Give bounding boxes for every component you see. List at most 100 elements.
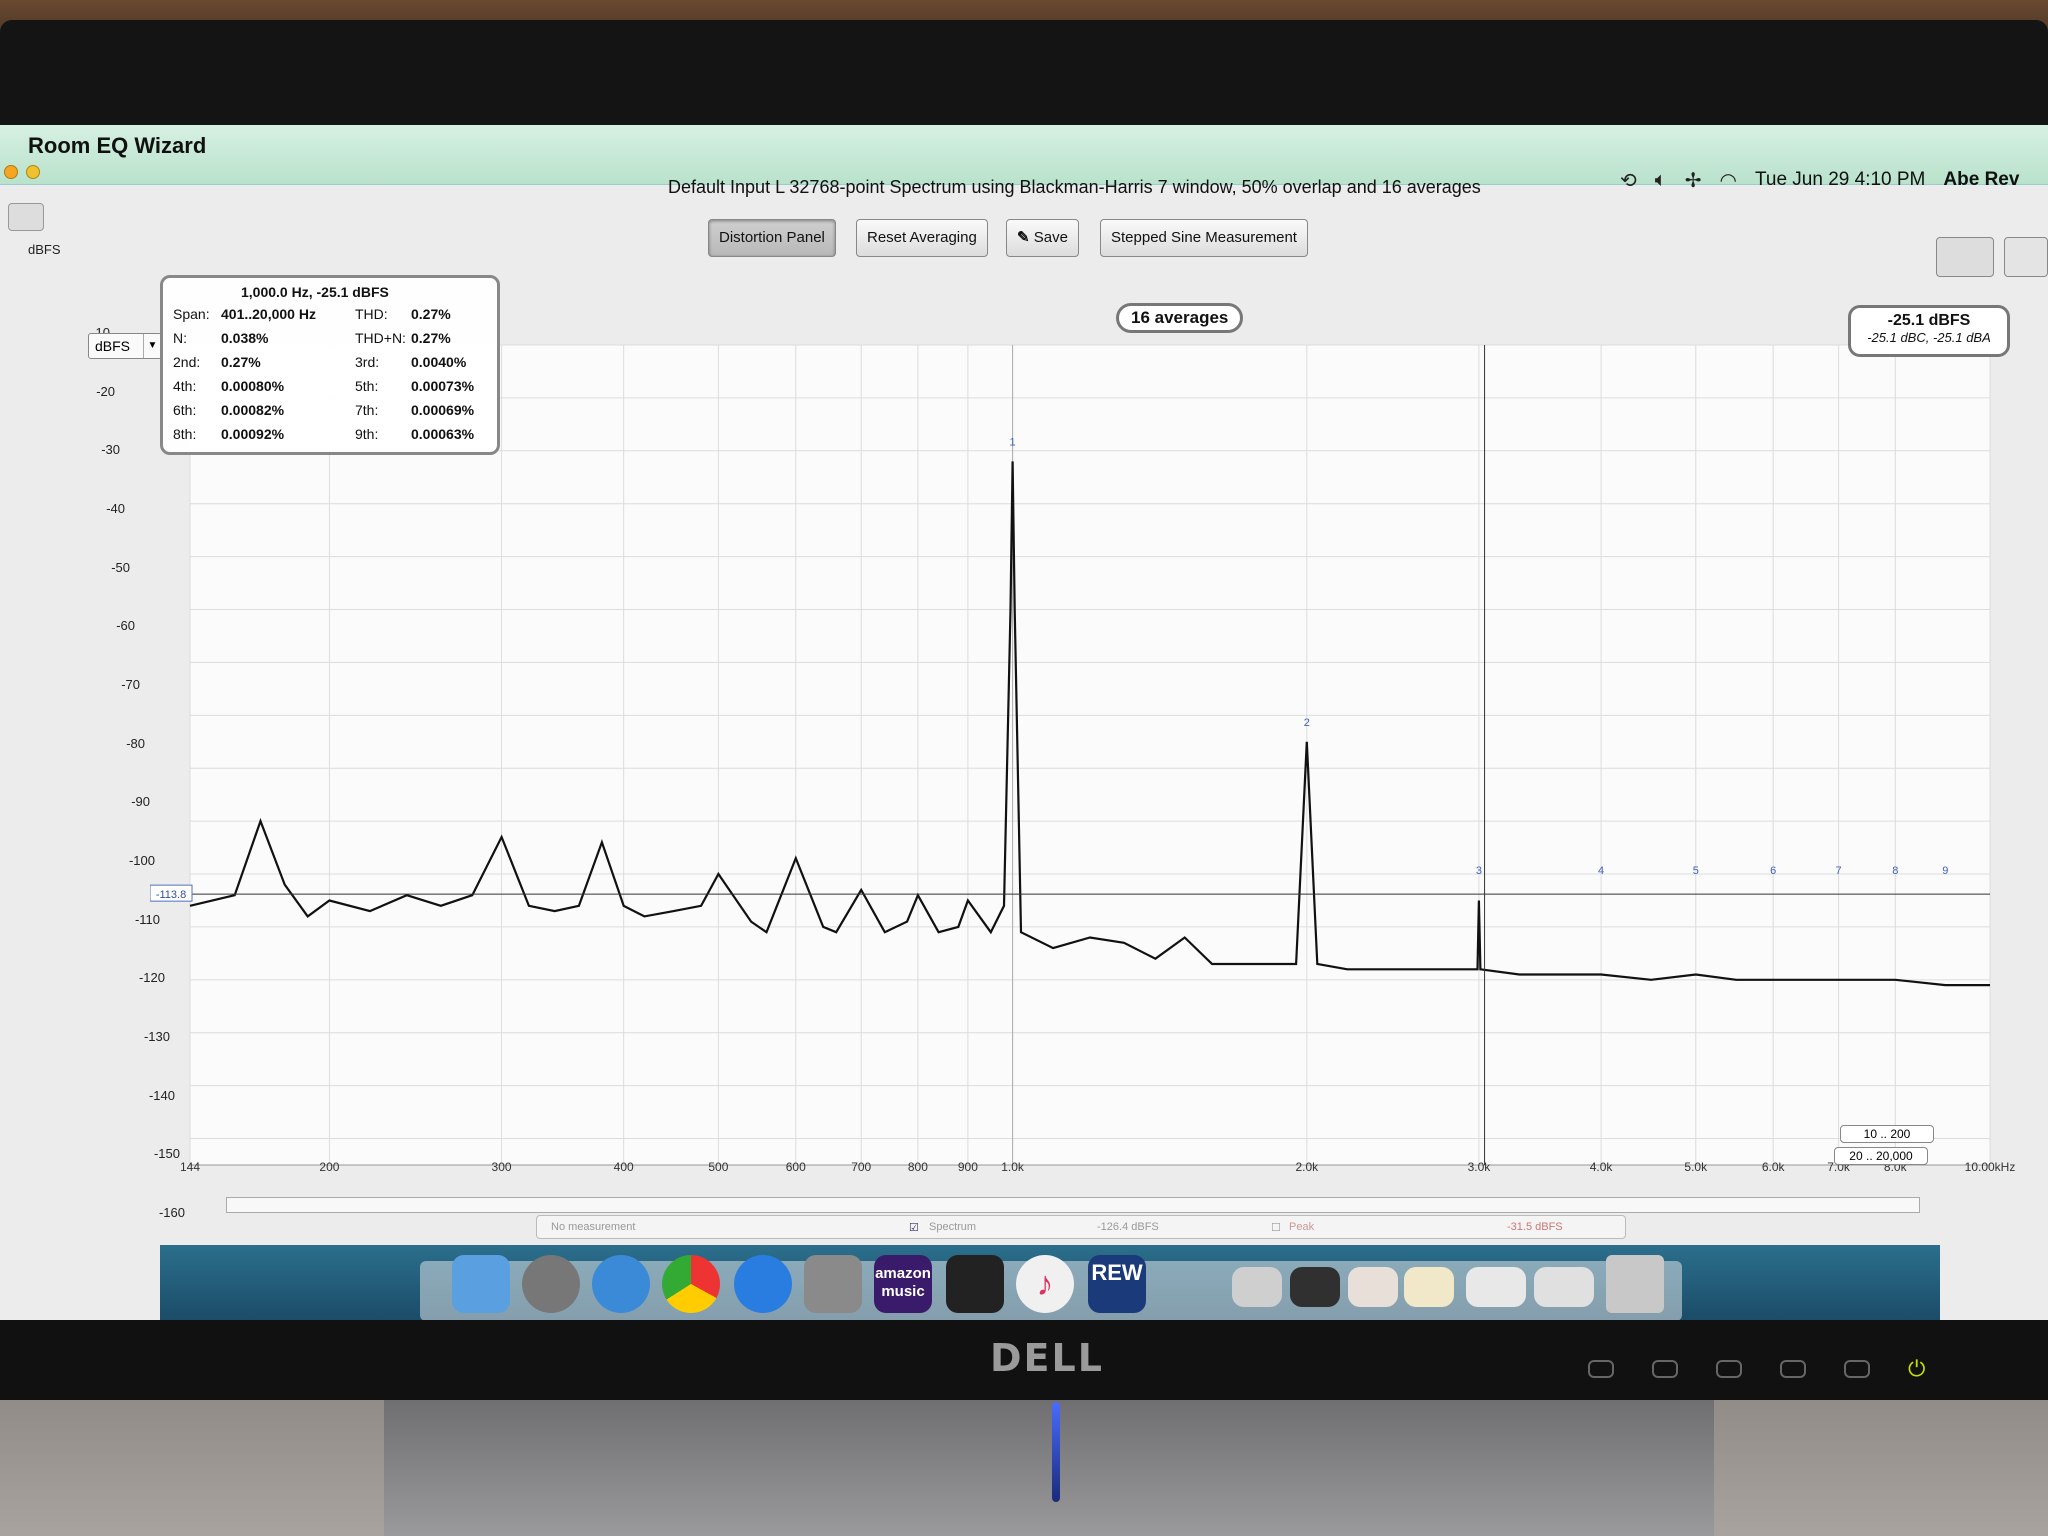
- monitor-menu-button[interactable]: [1652, 1360, 1678, 1378]
- monitor-plus-button[interactable]: [1844, 1360, 1870, 1378]
- x-tick-label: 5.0k: [1684, 1160, 1708, 1174]
- rew-icon[interactable]: REW: [1088, 1255, 1146, 1313]
- minimized-window-icon[interactable]: [1232, 1267, 1282, 1307]
- dist-row-2-label: 9th:: [355, 426, 379, 442]
- display-icon[interactable]: [1936, 237, 1994, 277]
- y-tick-label: -80: [126, 735, 145, 751]
- dist-row-2-value: 0.00063%: [411, 426, 475, 442]
- monitor-select-button[interactable]: [1716, 1360, 1742, 1378]
- app-store-icon[interactable]: [734, 1255, 792, 1313]
- x-tick-label: 4.0k: [1590, 1160, 1614, 1174]
- volume-icon[interactable]: 🔈︎: [1655, 169, 1667, 192]
- range-preset-2[interactable]: 20 .. 20,000: [1834, 1147, 1928, 1165]
- layout-icon[interactable]: [2004, 237, 2048, 277]
- camera-icon[interactable]: [8, 203, 44, 231]
- power-icon[interactable]: ⏻: [1908, 1356, 1925, 1382]
- wifi-icon[interactable]: ◠: [1720, 168, 1737, 193]
- dist-row-label: 6th:: [173, 402, 197, 418]
- level-main: -25.1 dBFS: [1887, 312, 1971, 329]
- time-machine-icon[interactable]: ⟲: [1620, 168, 1637, 193]
- x-tick-label: 2.0k: [1295, 1160, 1319, 1174]
- legend-peak-checkbox-icon[interactable]: ☐: [1271, 1221, 1281, 1234]
- distortion-panel-button[interactable]: Distortion Panel: [708, 219, 836, 257]
- horizontal-scrollbar[interactable]: [226, 1197, 1920, 1213]
- harmonic-marker: 4: [1598, 865, 1604, 877]
- dist-row-label: Span:: [173, 306, 210, 322]
- app-name[interactable]: Room EQ Wizard: [28, 133, 206, 159]
- x-tick-label: 400: [614, 1160, 634, 1174]
- harmonic-marker: 9: [1942, 865, 1948, 877]
- x-tick-label: 1.0k: [1001, 1160, 1025, 1174]
- clock[interactable]: Tue Jun 29 4:10 PM: [1755, 169, 1925, 191]
- save-button[interactable]: ✎ Save: [1006, 219, 1079, 257]
- photo-scene: Room EQ Wizard Default Input L 32768-poi…: [0, 0, 2048, 1536]
- monitor-input-button[interactable]: [1588, 1360, 1614, 1378]
- legend-peak-level: -31.5 dBFS: [1507, 1221, 1563, 1233]
- dist-row-label: 4th:: [173, 378, 197, 394]
- y-tick-label: -30: [101, 442, 120, 458]
- harmonic-marker: 2: [1304, 717, 1310, 729]
- harmonic-marker: 8: [1892, 865, 1898, 877]
- chrome-icon[interactable]: [662, 1255, 720, 1313]
- y-tick-label: -100: [128, 853, 155, 868]
- distortion-panel: 1,000.0 Hz, -25.1 dBFS Span: 401..20,000 …: [160, 275, 500, 455]
- y-tick-label: -70: [121, 677, 140, 692]
- minimized-window-icon[interactable]: [1534, 1267, 1594, 1307]
- launchpad-icon[interactable]: [522, 1255, 580, 1313]
- window-close-button[interactable]: [4, 165, 18, 179]
- x-tick-label: 300: [492, 1160, 512, 1174]
- monitor-minus-button[interactable]: [1780, 1360, 1806, 1378]
- x-tick-label: 500: [708, 1160, 728, 1174]
- x-tick-label: 900: [958, 1160, 978, 1174]
- dist-row-label: N:: [173, 330, 187, 346]
- status-led: [1052, 1402, 1060, 1502]
- bluetooth-icon[interactable]: ✢: [1685, 168, 1702, 193]
- window-minimize-button[interactable]: [26, 165, 40, 179]
- y-tick-label: -50: [111, 559, 130, 575]
- dist-row-2-value: 0.0040%: [411, 354, 467, 370]
- dist-row-2-label: 7th:: [355, 402, 379, 418]
- amazon-music-icon[interactable]: amazon music: [874, 1255, 932, 1313]
- dist-row-2-label: THD:: [355, 306, 388, 322]
- legend-no-measurement: No measurement: [551, 1221, 636, 1233]
- legend-checkbox-icon[interactable]: ☑: [909, 1221, 919, 1234]
- y-tick-label: -20: [96, 383, 115, 399]
- harmonic-marker: 1: [1010, 437, 1016, 449]
- unit-select-value: dBFS: [95, 338, 131, 354]
- trash-icon[interactable]: [1606, 1255, 1664, 1313]
- legend-strip: No measurement ☑ Spectrum -126.4 dBFS ☐ …: [536, 1215, 1626, 1239]
- music-icon[interactable]: ♪: [1016, 1255, 1074, 1313]
- minimized-window-icon[interactable]: [1466, 1267, 1526, 1307]
- dist-row-value: 0.038%: [221, 330, 269, 346]
- dist-row-value: 401..20,000 Hz: [221, 306, 316, 322]
- minimized-window-icon[interactable]: [1290, 1267, 1340, 1307]
- user-menu[interactable]: Abe Rev: [1943, 169, 2019, 191]
- stepped-sine-button[interactable]: Stepped Sine Measurement: [1100, 219, 1308, 257]
- save-icon: ✎: [1017, 229, 1034, 246]
- x-tick-label: 6.0k: [1762, 1160, 1786, 1174]
- averages-badge: 16 averages: [1116, 303, 1244, 333]
- x-tick-label: 10.00kHz: [1965, 1160, 2016, 1174]
- dist-row-label: 8th:: [173, 426, 197, 442]
- dist-row-2-label: 3rd:: [355, 354, 380, 370]
- dist-row-2-label: THD+N:: [355, 330, 406, 346]
- finder-icon[interactable]: [452, 1255, 510, 1313]
- y-tick-label: -90: [131, 794, 150, 810]
- dist-row-value: 0.00080%: [221, 378, 285, 394]
- legend-spectrum-level: -126.4 dBFS: [1097, 1221, 1159, 1233]
- legend-spectrum: Spectrum: [929, 1221, 977, 1233]
- save-label: Save: [1033, 229, 1068, 246]
- system-preferences-icon[interactable]: [804, 1255, 862, 1313]
- reset-averaging-button[interactable]: Reset Averaging: [856, 219, 988, 257]
- minimized-window-icon[interactable]: [1404, 1267, 1454, 1307]
- dist-row-value: 0.00082%: [221, 402, 285, 418]
- harmonic-marker: 5: [1693, 865, 1699, 877]
- piano-icon[interactable]: [946, 1255, 1004, 1313]
- level-sub: -25.1 dBC, -25.1 dBA: [1867, 330, 1991, 345]
- range-preset-1[interactable]: 10 .. 200: [1840, 1125, 1934, 1143]
- screen: Room EQ Wizard Default Input L 32768-poi…: [0, 125, 2048, 1320]
- dist-row-value: 0.00092%: [221, 426, 285, 442]
- minimized-window-icon[interactable]: [1348, 1267, 1398, 1307]
- x-tick-label: 700: [851, 1160, 871, 1174]
- safari-icon[interactable]: [592, 1255, 650, 1313]
